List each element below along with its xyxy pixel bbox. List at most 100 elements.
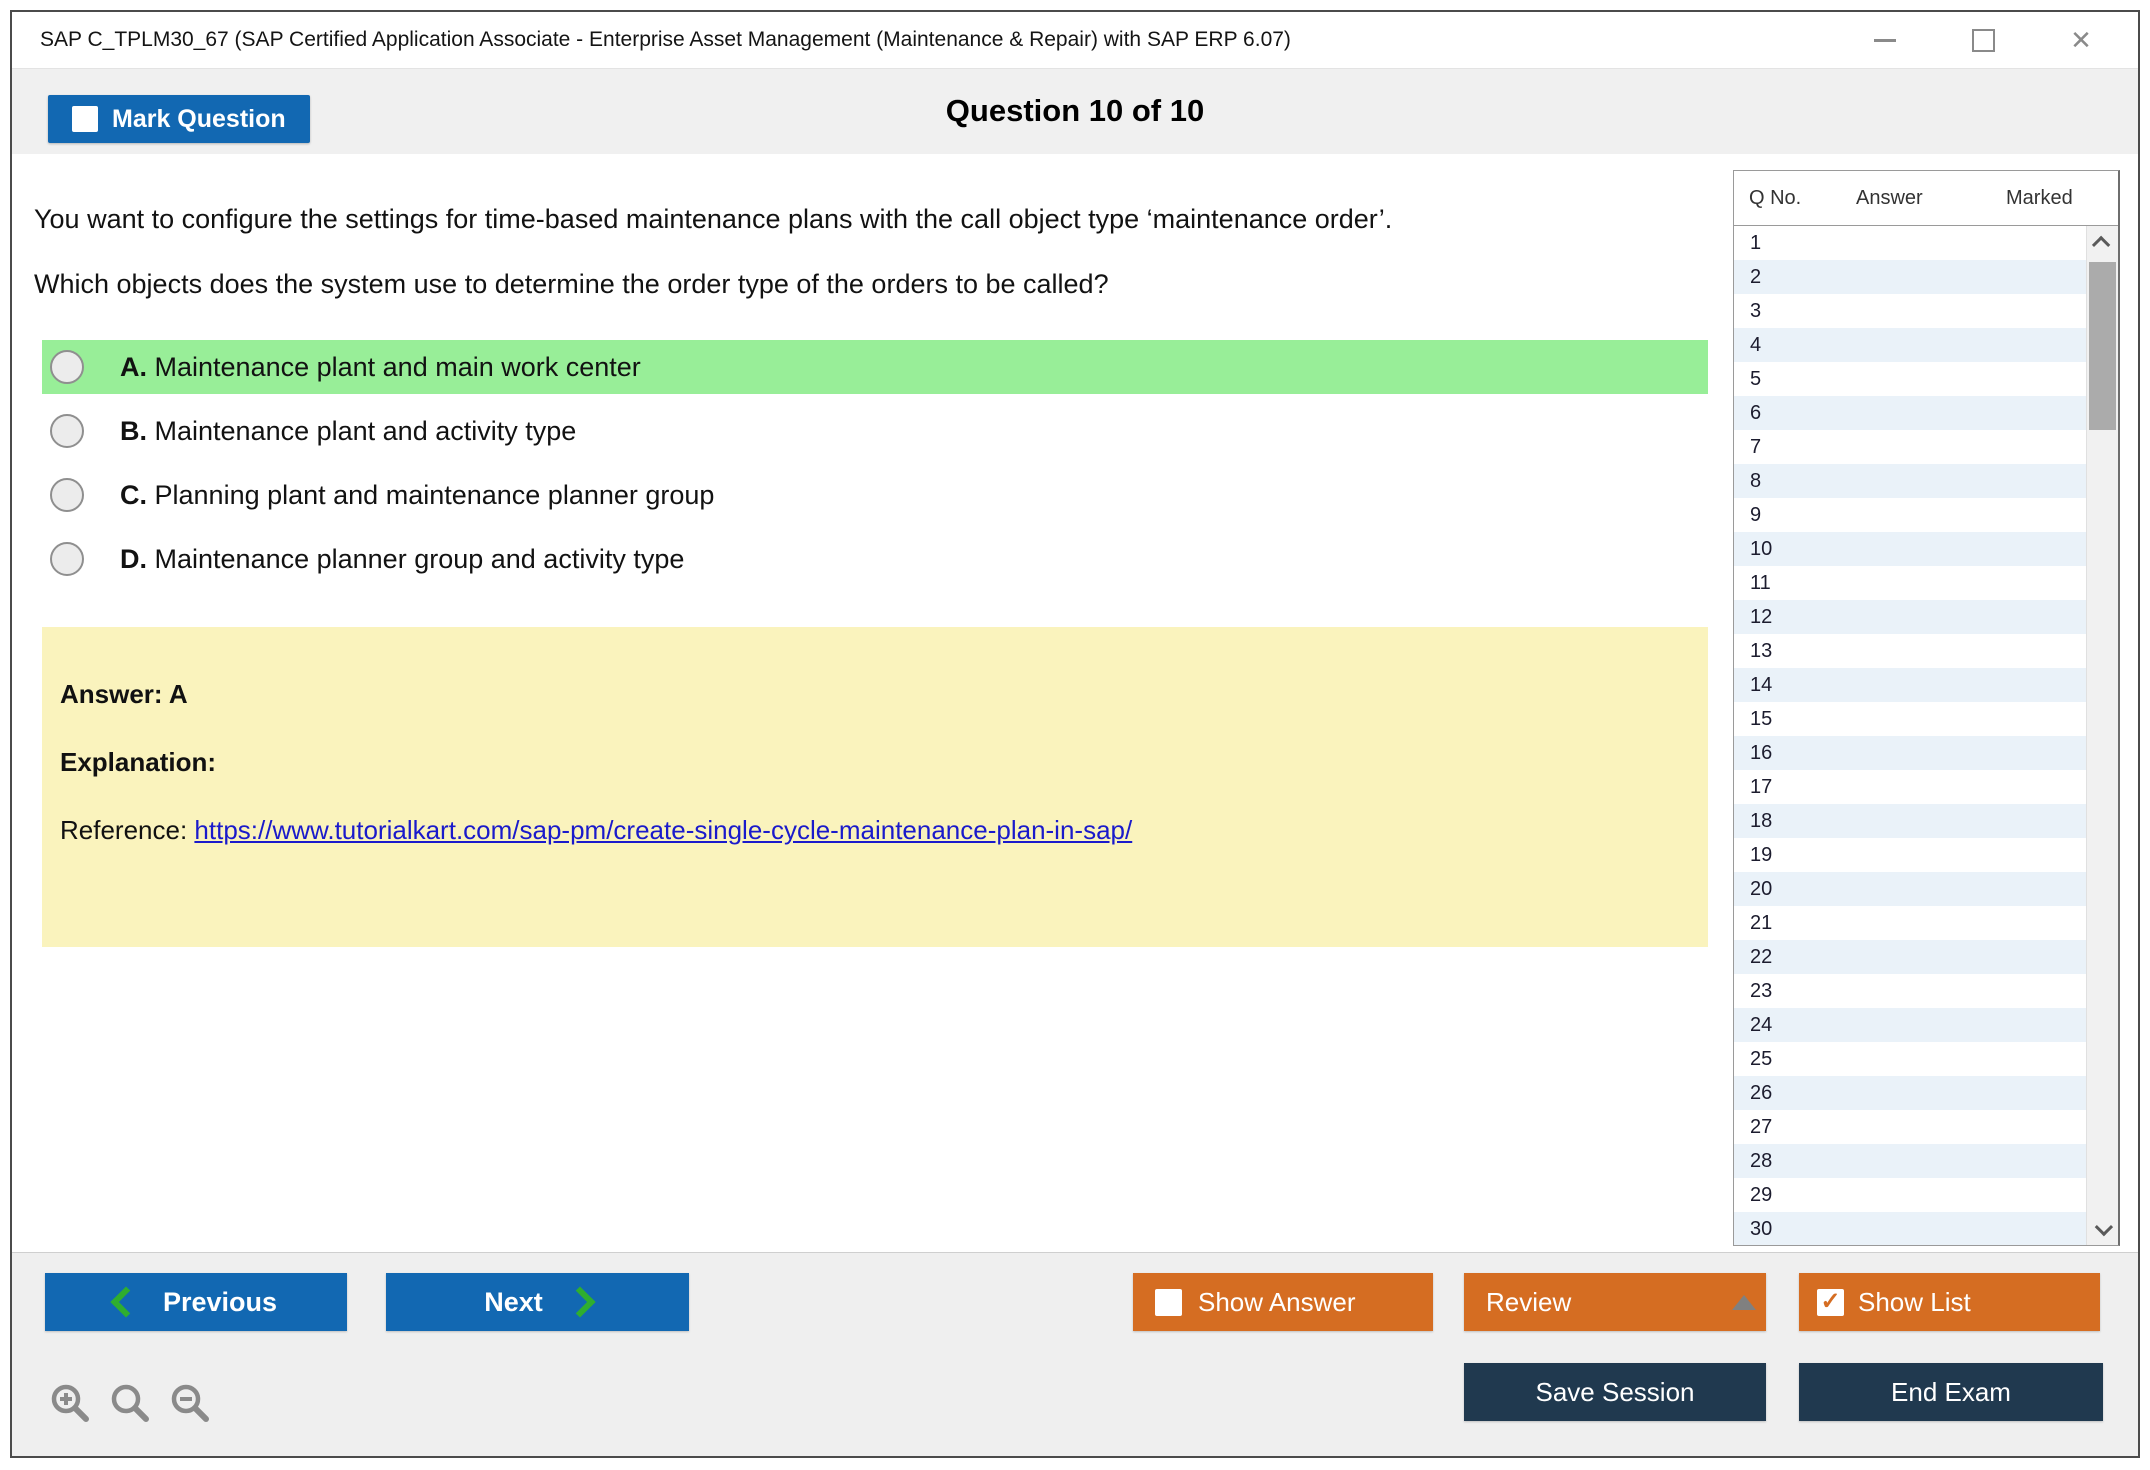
question-number: 20 <box>1750 877 1773 900</box>
question-list-row[interactable]: 7 <box>1734 430 2087 464</box>
maximize-button[interactable] <box>1966 23 2000 57</box>
question-number: 10 <box>1750 537 1773 560</box>
close-button[interactable]: ✕ <box>2064 23 2098 57</box>
show-answer-checkbox-icon <box>1155 1288 1182 1316</box>
question-number: 1 <box>1750 231 1762 254</box>
column-marked: Marked <box>2006 186 2073 209</box>
question-number: 11 <box>1750 571 1771 594</box>
question-list-row[interactable]: 2 <box>1734 260 2087 294</box>
show-answer-button[interactable]: Show Answer <box>1133 1273 1433 1331</box>
question-list-panel: Q No. Answer Marked 1 2 3 4 5 6 7 8 9 10 11 12 13 14 1… <box>1733 170 2120 1246</box>
question-list-row[interactable]: 24 <box>1734 1008 2087 1042</box>
question-list-row[interactable]: 22 <box>1734 940 2087 974</box>
question-list-row[interactable]: 20 <box>1734 872 2087 906</box>
next-label: Next <box>484 1286 543 1317</box>
question-list-row[interactable]: 26 <box>1734 1076 2087 1110</box>
option-d[interactable]: D. Maintenance planner group and activit… <box>42 532 1708 586</box>
window-controls: ✕ <box>1868 12 2098 68</box>
option-c-radio[interactable] <box>50 478 84 512</box>
question-number: 12 <box>1750 605 1773 628</box>
question-number: 2 <box>1750 265 1762 288</box>
question-list-row[interactable]: 1 <box>1734 226 2087 260</box>
question-number: 5 <box>1750 367 1762 390</box>
question-number: 16 <box>1750 741 1773 764</box>
question-list-row[interactable]: 29 <box>1734 1178 2087 1212</box>
question-number: 28 <box>1750 1149 1773 1172</box>
magnifier-icon[interactable] <box>108 1381 152 1425</box>
save-session-button[interactable]: Save Session <box>1464 1363 1766 1421</box>
scrollbar-thumb[interactable] <box>2089 262 2116 430</box>
scroll-down-button[interactable] <box>2087 1211 2118 1245</box>
question-list-row[interactable]: 18 <box>1734 804 2087 838</box>
question-list-header: Q No. Answer Marked <box>1734 171 2118 226</box>
header-strip: Mark Question Question 10 of 10 <box>12 69 2138 154</box>
answer-line: Answer: A <box>60 679 188 709</box>
title-bar: SAP C_TPLM30_67 (SAP Certified Applicati… <box>12 12 2138 69</box>
option-c[interactable]: C. Planning plant and maintenance planne… <box>42 468 1708 522</box>
question-text-line1: You want to configure the settings for t… <box>34 204 1393 234</box>
column-answer: Answer <box>1856 186 1923 209</box>
question-list-row[interactable]: 23 <box>1734 974 2087 1008</box>
question-number: 23 <box>1750 979 1773 1002</box>
question-list-row[interactable]: 8 <box>1734 464 2087 498</box>
option-a[interactable]: A. Maintenance plant and main work cente… <box>42 340 1708 394</box>
explanation-heading: Explanation: <box>60 747 217 777</box>
option-b[interactable]: B. Maintenance plant and activity type <box>42 404 1708 458</box>
question-list-row[interactable]: 4 <box>1734 328 2087 362</box>
next-button[interactable]: Next <box>386 1273 689 1331</box>
question-list-row[interactable]: 3 <box>1734 294 2087 328</box>
minimize-button[interactable] <box>1868 23 1902 57</box>
option-d-label: Maintenance planner group and activity t… <box>154 543 685 574</box>
question-list-row[interactable]: 12 <box>1734 600 2087 634</box>
review-label: Review <box>1486 1286 1572 1317</box>
question-list-row[interactable]: 30 <box>1734 1212 2087 1245</box>
question-list-row[interactable]: 17 <box>1734 770 2087 804</box>
question-list-row[interactable]: 6 <box>1734 396 2087 430</box>
question-list-row[interactable]: 10 <box>1734 532 2087 566</box>
question-list-row[interactable]: 19 <box>1734 838 2087 872</box>
question-list-row[interactable]: 13 <box>1734 634 2087 668</box>
scroll-up-button[interactable] <box>2087 226 2118 260</box>
question-number: 13 <box>1750 639 1773 662</box>
previous-button[interactable]: Previous <box>45 1273 347 1331</box>
question-number: 30 <box>1750 1217 1773 1240</box>
question-list-row[interactable]: 16 <box>1734 736 2087 770</box>
zoom-in-icon[interactable] <box>48 1381 92 1425</box>
question-list-row[interactable]: 11 <box>1734 566 2087 600</box>
show-list-button[interactable]: ✓ Show List <box>1799 1273 2100 1331</box>
question-number: 29 <box>1750 1183 1773 1206</box>
question-list-row[interactable]: 14 <box>1734 668 2087 702</box>
question-list-row[interactable]: 25 <box>1734 1042 2087 1076</box>
question-list-row[interactable]: 27 <box>1734 1110 2087 1144</box>
option-a-radio[interactable] <box>50 350 84 384</box>
show-answer-label: Show Answer <box>1198 1286 1356 1317</box>
option-b-label: Maintenance plant and activity type <box>154 415 577 446</box>
zoom-out-icon[interactable] <box>168 1381 212 1425</box>
close-icon: ✕ <box>2070 25 2092 55</box>
end-exam-button[interactable]: End Exam <box>1799 1363 2103 1421</box>
reference-link[interactable]: https://www.tutorialkart.com/sap-pm/crea… <box>194 815 1132 845</box>
reference-line: Reference: https://www.tutorialkart.com/… <box>60 815 1708 846</box>
zoom-controls <box>48 1381 212 1425</box>
minimize-icon <box>1874 38 1896 42</box>
question-number: 24 <box>1750 1013 1773 1036</box>
show-list-label: Show List <box>1858 1286 1971 1317</box>
question-list-row[interactable]: 28 <box>1734 1144 2087 1178</box>
question-number: 19 <box>1750 843 1773 866</box>
question-number: 21 <box>1750 911 1773 934</box>
question-list-row[interactable]: 15 <box>1734 702 2087 736</box>
column-qno: Q No. <box>1749 186 1802 209</box>
question-counter: Question 10 of 10 <box>945 93 1205 128</box>
question-list-row[interactable]: 21 <box>1734 906 2087 940</box>
review-button[interactable]: Review <box>1464 1273 1766 1331</box>
explanation-box: Answer: A Explanation: Reference: https:… <box>42 627 1708 947</box>
option-c-label: Planning plant and maintenance planner g… <box>154 479 715 510</box>
option-d-radio[interactable] <box>50 542 84 576</box>
question-list-row[interactable]: 9 <box>1734 498 2087 532</box>
option-b-radio[interactable] <box>50 414 84 448</box>
question-list-row[interactable]: 5 <box>1734 362 2087 396</box>
previous-label: Previous <box>162 1286 278 1317</box>
question-number: 8 <box>1750 469 1762 492</box>
question-number: 14 <box>1750 673 1773 696</box>
question-list-scrollbar[interactable] <box>2086 226 2118 1245</box>
